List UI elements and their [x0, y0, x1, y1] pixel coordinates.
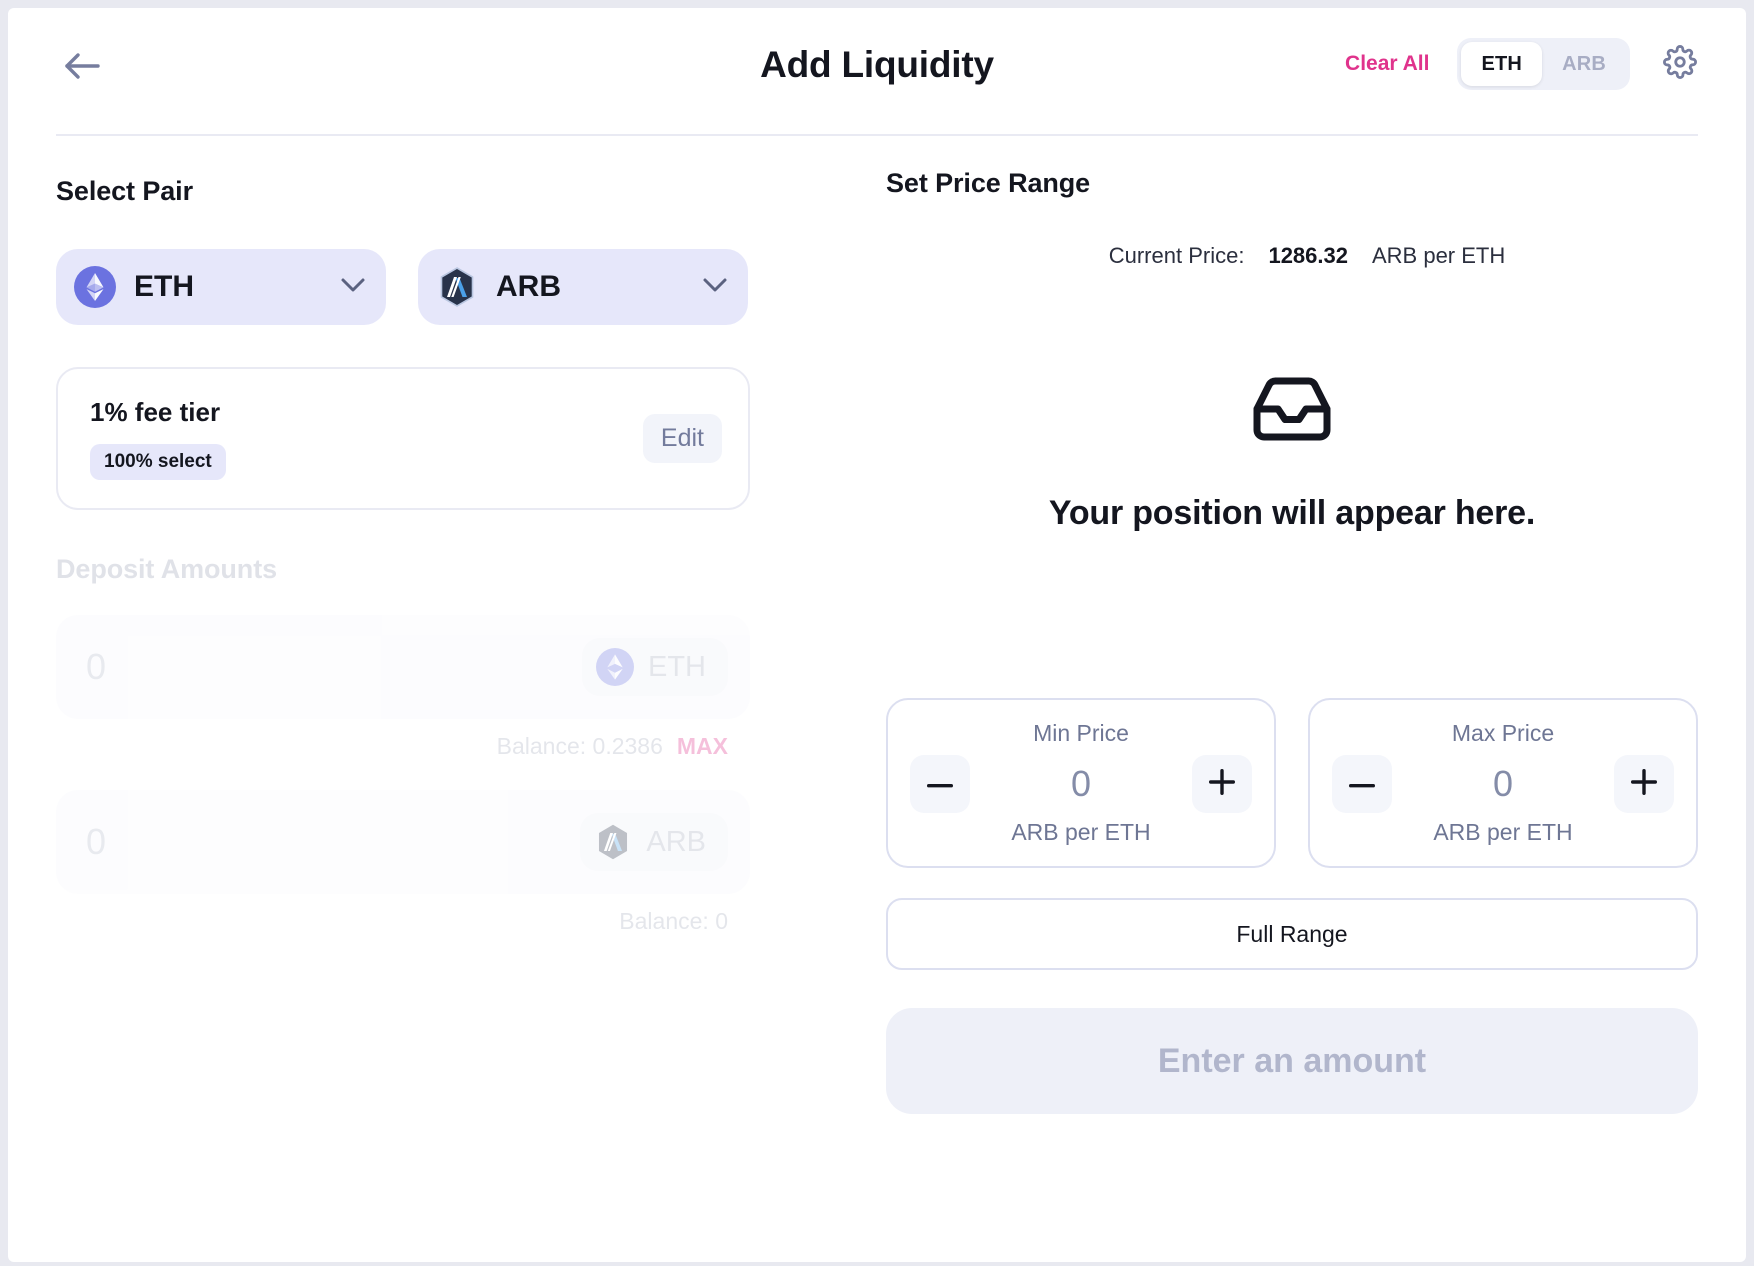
max-price-unit: ARB per ETH	[1433, 819, 1573, 845]
deposit-row-arb[interactable]: 0 ARB	[56, 790, 750, 894]
settings-button[interactable]	[1658, 42, 1702, 86]
deposit-amounts-section: Deposit Amounts 0 ETH Balance: 0.2386 MA…	[56, 554, 838, 935]
arb-token-icon	[436, 266, 478, 308]
min-price-label: Min Price	[1033, 720, 1129, 746]
balance-label: Balance: 0.2386	[496, 733, 663, 759]
fee-tier-card: 1% fee tier 100% select Edit	[56, 367, 750, 510]
submit-button[interactable]: Enter an amount	[886, 1008, 1698, 1114]
fee-tier-info: 1% fee tier 100% select	[90, 397, 643, 480]
token-selector-row: ETH ARB	[56, 249, 838, 325]
token-select-eth[interactable]: ETH	[56, 249, 386, 325]
max-price-decrement-button[interactable]	[1332, 755, 1392, 813]
min-price-increment-button[interactable]	[1192, 755, 1252, 813]
plus-icon	[1631, 768, 1657, 800]
deposit-row-eth[interactable]: 0 ETH	[56, 615, 750, 719]
main-content: Select Pair ETH ARB 1% fee tier 100% sel…	[8, 148, 1746, 1262]
deposit-token-symbol: ARB	[646, 825, 706, 858]
header-actions: Clear All ETH ARB	[1345, 38, 1702, 90]
header-divider	[56, 134, 1698, 136]
min-price-value[interactable]: 0	[970, 763, 1192, 805]
fee-tier-badge: 100% select	[90, 444, 226, 480]
current-price-value: 1286.32	[1268, 243, 1348, 268]
max-button[interactable]: MAX	[677, 733, 728, 759]
min-price-unit: ARB per ETH	[1011, 819, 1151, 845]
max-price-stepper: 0	[1332, 755, 1674, 813]
max-price-increment-button[interactable]	[1614, 755, 1674, 813]
deposit-balance-eth: Balance: 0.2386 MAX	[56, 733, 750, 760]
plus-icon	[1209, 768, 1235, 800]
deposit-amounts-title: Deposit Amounts	[56, 554, 277, 584]
app-window: Add Liquidity Clear All ETH ARB Select P…	[8, 8, 1746, 1262]
deposit-amount-input-arb[interactable]: 0	[86, 821, 580, 863]
deposit-token-eth: ETH	[582, 638, 728, 696]
fee-tier-edit-button[interactable]: Edit	[642, 414, 722, 463]
set-price-range-title: Set Price Range	[886, 168, 1091, 198]
chevron-down-icon	[702, 277, 728, 298]
header: Add Liquidity Clear All ETH ARB	[8, 8, 1746, 136]
current-price-label: Current Price:	[1108, 243, 1245, 268]
full-range-button[interactable]: Full Range	[886, 898, 1698, 970]
chevron-down-icon	[340, 277, 366, 298]
arb-token-icon	[594, 823, 632, 861]
eth-token-icon	[596, 648, 634, 686]
position-empty-state: Your position will appear here.	[886, 367, 1698, 533]
max-price-value[interactable]: 0	[1392, 763, 1614, 805]
token-symbol: ETH	[134, 270, 194, 303]
clear-all-button[interactable]: Clear All	[1345, 52, 1429, 76]
max-price-label: Max Price	[1451, 720, 1555, 746]
position-empty-text: Your position will appear here.	[1048, 494, 1536, 532]
network-token-toggle: ETH ARB	[1457, 38, 1630, 90]
deposit-balance-arb: Balance: 0	[619, 908, 728, 934]
toggle-option-arb[interactable]: ARB	[1542, 42, 1626, 86]
select-pair-title: Select Pair	[56, 176, 193, 206]
inbox-icon	[1242, 377, 1342, 455]
min-price-decrement-button[interactable]	[910, 755, 970, 813]
min-price-stepper: 0	[910, 755, 1252, 813]
token-symbol: ARB	[496, 270, 561, 303]
current-price-row: Current Price: 1286.32 ARB per ETH	[886, 243, 1698, 269]
gear-icon	[1663, 44, 1697, 84]
current-price-unit: ARB per ETH	[1371, 243, 1506, 268]
toggle-option-eth[interactable]: ETH	[1461, 42, 1543, 86]
min-price-card: Min Price 0 ARB per ETH	[886, 698, 1276, 868]
deposit-token-symbol: ETH	[648, 650, 706, 683]
max-price-card: Max Price 0 ARB per ETH	[1308, 698, 1698, 868]
price-range-inputs: Min Price 0 ARB per ETH Max Price 0 ARB …	[886, 698, 1698, 868]
token-select-arb[interactable]: ARB	[418, 249, 748, 325]
minus-icon	[1349, 775, 1375, 793]
deposit-amount-input-eth[interactable]: 0	[86, 646, 582, 688]
right-panel: Set Price Range Current Price: 1286.32 A…	[838, 148, 1746, 1262]
minus-icon	[927, 775, 953, 793]
fee-tier-title: 1% fee tier	[90, 397, 221, 427]
left-panel: Select Pair ETH ARB 1% fee tier 100% sel…	[8, 148, 838, 1262]
eth-token-icon	[74, 266, 116, 308]
deposit-token-arb: ARB	[580, 813, 728, 871]
